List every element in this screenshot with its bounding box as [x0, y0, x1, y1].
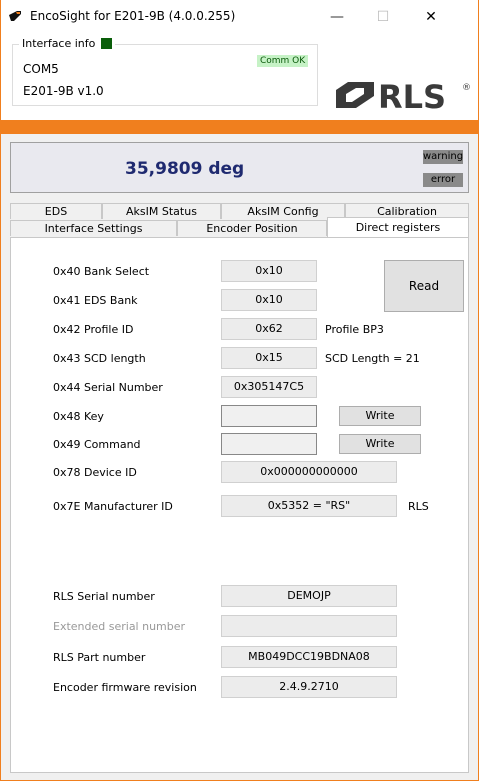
- eds-bank-value: 0x10: [221, 289, 317, 311]
- manufacturer-id-value: 0x5352 = "RS": [221, 495, 397, 517]
- read-button[interactable]: Read: [384, 260, 464, 312]
- tab-row-2: Interface Settings Encoder Position Dire…: [10, 217, 469, 237]
- command-input[interactable]: [221, 433, 317, 455]
- direct-registers-panel: 0x40 Bank Select 0x10 0x41 EDS Bank 0x10…: [10, 237, 469, 773]
- device-id-label: 0x78 Device ID: [53, 466, 137, 479]
- close-button[interactable]: ✕: [408, 4, 454, 30]
- key-label: 0x48 Key: [53, 410, 104, 423]
- extended-serial-value: [221, 615, 397, 637]
- profile-id-value: 0x62: [221, 318, 317, 340]
- window-title: EncoSight for E201-9B (4.0.0.255): [30, 9, 236, 23]
- status-led-icon: [101, 38, 113, 49]
- interface-port: COM5: [23, 62, 59, 76]
- manufacturer-id-label: 0x7E Manufacturer ID: [53, 500, 173, 513]
- interface-device: E201-9B v1.0: [23, 84, 104, 98]
- scd-length-value: 0x15: [221, 347, 317, 369]
- logo-registered: ®: [462, 83, 470, 93]
- scd-length-label: 0x43 SCD length: [53, 352, 146, 365]
- firmware-label: Encoder firmware revision: [53, 681, 197, 694]
- rls-logo: RLS ®: [336, 78, 470, 116]
- extended-serial-label: Extended serial number: [53, 620, 186, 633]
- command-write-button[interactable]: Write: [339, 434, 421, 454]
- serial-number-value: 0x305147C5: [221, 376, 317, 398]
- interface-info-legend: Interface info: [22, 37, 96, 50]
- rls-serial-value: DEMOJP: [221, 585, 397, 607]
- eds-bank-label: 0x41 EDS Bank: [53, 294, 138, 307]
- main-panel: 35,9809 deg warning error EDS AksIM Stat…: [1, 134, 478, 780]
- position-panel: 35,9809 deg warning error: [10, 142, 469, 193]
- tab-interface-settings[interactable]: Interface Settings: [10, 220, 177, 236]
- tab-aksim-status[interactable]: AksIM Status: [102, 203, 221, 219]
- bank-select-label: 0x40 Bank Select: [53, 265, 150, 278]
- logo-text: RLS: [378, 78, 446, 116]
- header: Interface info COM5 E201-9B v1.0 Comm OK…: [0, 32, 479, 120]
- tab-eds[interactable]: EDS: [10, 203, 102, 219]
- key-input[interactable]: [221, 405, 317, 427]
- part-number-value: MB049DCC19BDNA08: [221, 646, 397, 668]
- manufacturer-id-note: RLS: [408, 500, 429, 513]
- bank-select-value: 0x10: [221, 260, 317, 282]
- warning-indicator: warning: [423, 150, 464, 164]
- tab-direct-registers[interactable]: Direct registers: [327, 217, 469, 237]
- rls-serial-label: RLS Serial number: [53, 590, 155, 603]
- serial-number-label: 0x44 Serial Number: [53, 381, 163, 394]
- app-icon: [9, 11, 21, 21]
- scd-length-note: SCD Length = 21: [325, 352, 420, 365]
- firmware-value: 2.4.9.2710: [221, 676, 397, 698]
- minimize-button[interactable]: —: [314, 4, 360, 30]
- interface-info-group: Interface info COM5 E201-9B v1.0 Comm OK: [12, 37, 318, 106]
- error-indicator: error: [423, 173, 463, 187]
- comm-status-badge: Comm OK: [257, 55, 309, 67]
- profile-id-note: Profile BP3: [325, 323, 384, 336]
- profile-id-label: 0x42 Profile ID: [53, 323, 134, 336]
- part-number-label: RLS Part number: [53, 651, 146, 664]
- key-write-button[interactable]: Write: [339, 406, 421, 426]
- maximize-button[interactable]: ☐: [360, 4, 406, 30]
- accent-bar: [0, 120, 479, 134]
- title-bar: EncoSight for E201-9B (4.0.0.255) — ☐ ✕: [0, 0, 479, 32]
- command-label: 0x49 Command: [53, 438, 141, 451]
- device-id-value: 0x000000000000: [221, 461, 397, 483]
- tab-encoder-position[interactable]: Encoder Position: [177, 220, 327, 236]
- position-value: 35,9809 deg: [125, 159, 245, 179]
